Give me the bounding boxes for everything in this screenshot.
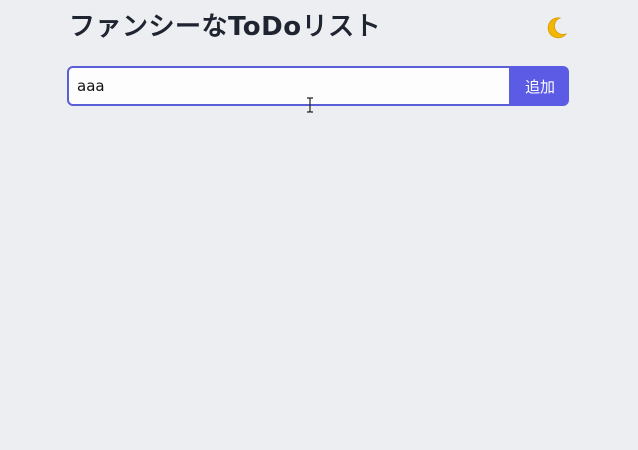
add-button[interactable]: 追加 (511, 66, 569, 106)
text-cursor-icon (307, 97, 313, 113)
todo-input-row: 追加 (67, 66, 569, 106)
theme-toggle-button[interactable] (545, 15, 569, 41)
app-container: ファンシーなToDoリスト 追加 (67, 0, 569, 106)
page-title: ファンシーなToDoリスト (69, 12, 382, 42)
todo-input[interactable] (67, 66, 511, 106)
moon-icon (547, 17, 568, 39)
header: ファンシーなToDoリスト (67, 0, 569, 58)
